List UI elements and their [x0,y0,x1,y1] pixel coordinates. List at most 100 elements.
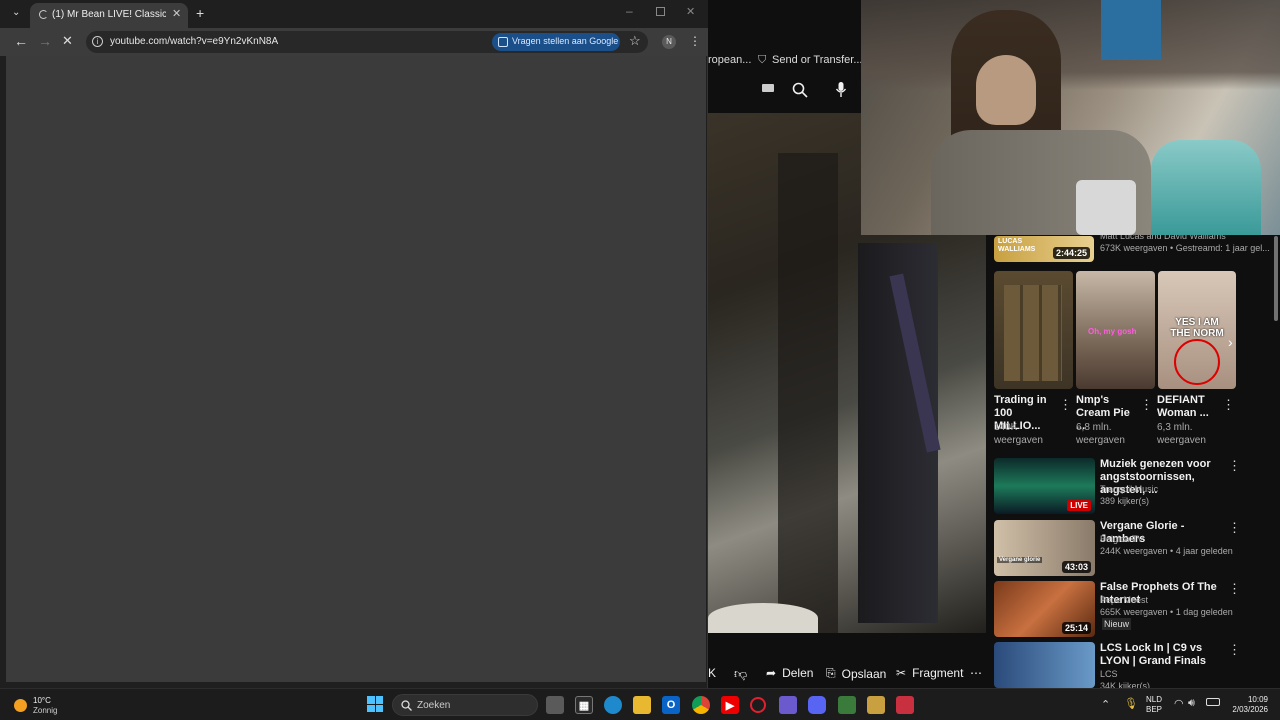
maximize-button[interactable] [656,7,665,16]
profile-avatar[interactable]: N [662,35,676,49]
short-title[interactable]: DEFIANT Woman ... [1157,394,1219,420]
youtube-icon[interactable]: ▶ [721,696,739,714]
opera-icon[interactable] [750,697,766,713]
webcam-overlay [861,0,1280,235]
taskbar-search-box[interactable]: Zoeken [392,694,538,716]
video-thumbnail[interactable]: LIVE [994,458,1095,514]
share-button[interactable]: ➦ Delen [766,666,813,680]
lens-label: Vragen stellen aan Google [512,36,619,46]
close-window-button[interactable]: ✕ [686,5,695,18]
kebab-menu-icon[interactable]: ⋮ [1228,581,1241,597]
sidebar-scrollbar[interactable] [1274,236,1278,321]
bookmark-send-transfer[interactable]: Send or Transfer... [772,54,863,66]
kebab-menu-icon[interactable]: ⋮ [1228,642,1241,658]
kebab-menu-icon[interactable]: ⋮ [1140,397,1153,413]
live-badge: LIVE [1067,500,1091,511]
kebab-menu-icon[interactable]: ⋮ [1222,397,1235,413]
short-views: 6,8 mln. weergaven [1076,422,1125,446]
kebab-menu-icon[interactable]: ⋮ [1228,458,1241,474]
more-actions-button[interactable]: ⋯ [970,666,982,680]
language-code[interactable]: NLD [1146,695,1162,705]
microphone-icon[interactable]: 🎙︎ [1124,697,1138,710]
short-thumbnail[interactable] [994,271,1073,389]
taskbar-search-placeholder: Zoeken [417,700,451,711]
video-meta: 244K weergaven • 4 jaar geleden [1100,546,1233,556]
tab-strip: ⌄ (1) Mr Bean LIVE! Classic Co ✕ + – ✕ [0,0,708,28]
new-tab-button[interactable]: + [196,5,204,21]
back-arrow-icon[interactable]: ← [14,33,28,49]
google-lens-button[interactable]: Vragen stellen aan Google [492,33,620,51]
webcam-cup [1076,180,1136,235]
clock-time[interactable]: 10:09 [1236,695,1268,705]
volume-icon[interactable]: 🔊︎ [1188,697,1195,710]
outlook-icon[interactable]: O [662,696,680,714]
share-label: Delen [782,666,814,680]
chrome-menu-icon[interactable]: ⋮ [689,34,701,48]
short-thumbnail[interactable]: Oh, my gosh [1076,271,1155,389]
chevron-right-icon[interactable]: › [1228,334,1233,350]
kebab-menu-icon[interactable]: ⋮ [1228,520,1241,536]
video-channel: Pepe Meest [1100,595,1149,605]
video-thumbnail[interactable] [994,642,1095,688]
webcam-poster [1101,0,1161,60]
kebab-menu-icon[interactable]: ⋮ [1059,397,1072,413]
wifi-icon[interactable]: ◠ [1174,697,1184,710]
lens-icon [498,37,508,47]
weather-sun-icon[interactable] [14,699,27,712]
keyboard-layout[interactable]: BEP [1146,705,1162,715]
app-icon[interactable] [867,696,885,714]
video-plate [708,603,818,633]
bookmark-icon: ⛉ [758,54,767,66]
video-channel: LCS [1100,669,1118,679]
short-thumbnail[interactable]: YES I AM THE NORM [1158,271,1236,389]
site-info-icon[interactable]: i [92,36,103,47]
search-icon [401,700,412,711]
video-thumbnail[interactable]: 25:14 [994,581,1095,637]
video-meta: 665K weergaven • 1 dag geleden [1100,607,1233,617]
video-title[interactable]: LCS Lock In | C9 vs LYON | Grand Finals [1100,642,1222,668]
task-view-icon[interactable] [546,696,564,714]
short-inventory-grid [1004,285,1062,381]
weather-temp[interactable]: 10°C [33,696,51,706]
save-button[interactable]: ⎘ Opslaan [826,666,886,681]
bookmark-star-icon[interactable]: ☆ [629,33,641,49]
tab-active[interactable]: (1) Mr Bean LIVE! Classic Co ✕ [30,3,188,28]
video-thumbnail[interactable]: Vergane glorie 43:03 [994,520,1095,576]
windows-start-icon[interactable] [367,696,383,712]
keyboard-icon[interactable] [762,84,774,92]
tab-close-icon[interactable]: ✕ [172,7,181,20]
clock-date[interactable]: 2/03/2026 [1222,705,1268,715]
weather-desc[interactable]: Zonnig [33,706,57,716]
chrome-icon[interactable] [692,696,710,714]
more-icon: ⋯ [970,666,982,680]
search-icon[interactable] [792,82,808,98]
short-views: 140K weergaven [994,422,1043,446]
tab-search-chevron-icon[interactable]: ⌄ [12,7,20,18]
save-label: Opslaan [841,666,887,681]
minimize-button[interactable]: – [626,4,633,18]
dislike-button[interactable]: 👎︎ [734,666,747,682]
tray-chevron-up-icon[interactable]: ⌃ [1101,698,1110,711]
discord-icon[interactable] [808,696,826,714]
clip-button[interactable]: ✂ Fragment [896,666,963,680]
snipping-icon[interactable] [896,696,914,714]
new-badge: Nieuw [1102,618,1132,630]
microphone-icon[interactable] [835,81,847,98]
stop-loading-icon[interactable]: ✕ [62,33,73,49]
url-text[interactable]: youtube.com/watch?v=e9Yn2vKnN8A [110,36,278,47]
page-content-loading [6,56,706,682]
toolbar: ← → ✕ i youtube.com/watch?v=e9Yn2vKnN8A … [0,28,708,56]
top-item-thumbnail[interactable]: LUCAS WALLIAMS 2:44:25 [994,236,1094,262]
webcam-pillow [1151,140,1261,235]
notepad-icon[interactable] [779,696,797,714]
forward-arrow-icon[interactable]: → [38,33,52,49]
battery-icon[interactable] [1206,698,1220,706]
game-icon[interactable] [838,696,856,714]
bookmark-european[interactable]: ropean... [708,54,751,66]
file-explorer-icon[interactable] [633,696,651,714]
top-item-duration: 2:44:25 [1052,247,1090,259]
edge-icon[interactable] [604,696,622,714]
address-bar[interactable]: i youtube.com/watch?v=e9Yn2vKnN8A Vragen… [86,31,648,53]
short-overlay-text: Oh, my gosh [1088,327,1137,336]
store-icon[interactable]: ▦ [575,696,593,714]
